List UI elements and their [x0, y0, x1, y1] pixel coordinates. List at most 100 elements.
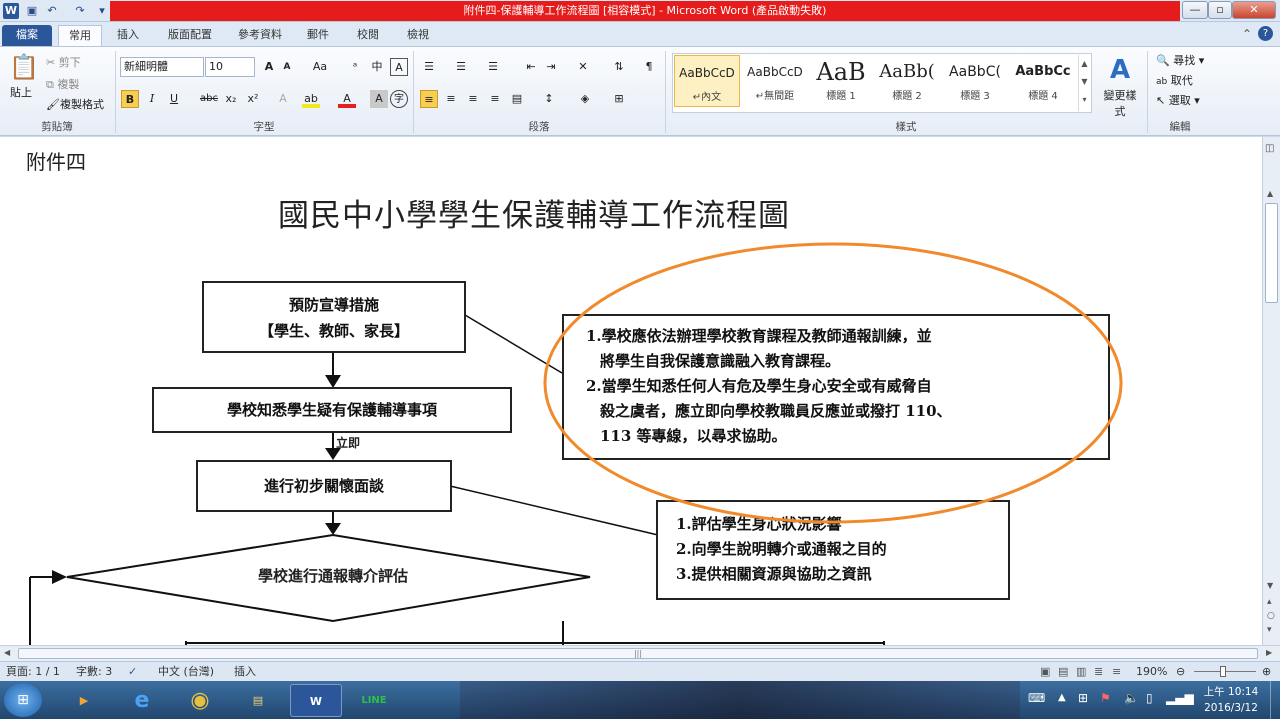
superscript-button[interactable]: x²	[244, 90, 262, 108]
tab-insert[interactable]: 插入	[110, 25, 146, 46]
view-outline-icon[interactable]: ≣	[1094, 662, 1103, 681]
media-player-icon[interactable]: ▶	[58, 684, 110, 717]
styles-scroll-icon[interactable]: ▲ ▼ ▾	[1078, 55, 1090, 111]
action-center-icon[interactable]: ⚑	[1100, 691, 1111, 705]
increase-indent-button[interactable]: ⇥	[542, 58, 560, 76]
font-family-select[interactable]: 新細明體	[120, 57, 204, 77]
phonetic-guide-icon[interactable]: ᵃ	[346, 58, 364, 76]
hscroll-thumb[interactable]: |||	[18, 648, 1258, 659]
show-marks-button[interactable]: ¶	[640, 58, 658, 76]
enclose-characters-button[interactable]: 字	[390, 90, 408, 108]
character-border-button[interactable]: A	[390, 58, 408, 76]
zoom-level[interactable]: 190%	[1136, 662, 1167, 681]
language[interactable]: 中文 (台灣)	[158, 662, 214, 681]
ruler-toggle-icon[interactable]: ◫	[1265, 143, 1274, 154]
minimize-button[interactable]: —	[1182, 1, 1208, 19]
help-icon[interactable]: ?	[1258, 26, 1273, 41]
sort-button[interactable]: ⇅	[610, 58, 628, 76]
zoom-out-icon[interactable]: ⊖	[1176, 662, 1185, 681]
select-button[interactable]: ↖ 選取 ▾	[1156, 91, 1200, 111]
style-normal[interactable]: AaBbCcD ↵內文	[674, 55, 740, 107]
horizontal-scrollbar[interactable]: ◀ ||| ▶	[0, 645, 1280, 661]
font-color-button[interactable]: A	[338, 90, 356, 108]
view-full-screen-icon[interactable]: ▤	[1058, 662, 1068, 681]
windows-flag-icon[interactable]: ⊞	[1078, 691, 1088, 705]
scroll-thumb[interactable]	[1265, 203, 1278, 303]
change-styles-button[interactable]: A 變更樣式	[1100, 53, 1140, 118]
internet-explorer-icon[interactable]: e	[116, 684, 168, 717]
keyboard-icon[interactable]: ⌨	[1028, 691, 1045, 705]
minimize-ribbon-icon[interactable]: ⌃	[1242, 27, 1252, 41]
text-effects-button[interactable]: A	[274, 90, 292, 108]
style-no-spacing[interactable]: AaBbCcD ↵無間距	[742, 55, 808, 107]
view-draft-icon[interactable]: ≡	[1112, 662, 1121, 681]
line-spacing-button[interactable]: ↕	[540, 90, 558, 108]
grow-font-button[interactable]: A	[260, 58, 278, 76]
find-button[interactable]: 🔍 尋找 ▾	[1156, 51, 1204, 71]
cut-button[interactable]: ✂ 剪下	[46, 53, 81, 73]
change-case-button[interactable]: Aa	[308, 58, 332, 76]
align-center-button[interactable]: ≡	[442, 90, 460, 108]
format-painter-button[interactable]: 🖌複製格式	[46, 95, 104, 115]
file-explorer-icon[interactable]: ▤	[232, 684, 284, 717]
justify-button[interactable]: ≡	[486, 90, 504, 108]
word-count[interactable]: 字數: 3	[76, 662, 112, 681]
italic-button[interactable]: I	[143, 90, 161, 108]
tab-page-layout[interactable]: 版面配置	[160, 25, 220, 46]
tab-file[interactable]: 檔案	[2, 25, 52, 46]
underline-button[interactable]: U	[165, 90, 183, 108]
view-print-layout-icon[interactable]: ▣	[1040, 662, 1050, 681]
strikethrough-button[interactable]: abc	[198, 90, 220, 108]
bold-button[interactable]: B	[121, 90, 139, 108]
zoom-slider-thumb[interactable]	[1220, 666, 1226, 677]
undo-icon[interactable]: ↶	[44, 3, 60, 19]
style-heading-2[interactable]: AaBb(標題 2	[874, 55, 940, 107]
decrease-indent-button[interactable]: ⇤	[522, 58, 540, 76]
show-hidden-icons[interactable]: ▲	[1058, 692, 1066, 703]
clock[interactable]: 上午 10:14 2016/3/12	[1196, 684, 1266, 716]
view-web-icon[interactable]: ▥	[1076, 662, 1086, 681]
line-icon[interactable]: LINE	[348, 684, 400, 717]
borders-button[interactable]: ⊞	[610, 90, 628, 108]
numbering-button[interactable]: ☰	[452, 58, 470, 76]
tab-mailings[interactable]: 郵件	[300, 25, 336, 46]
browse-object-icon[interactable]: ○	[1267, 611, 1275, 621]
tab-review[interactable]: 校閱	[350, 25, 386, 46]
highlight-color-button[interactable]: ab	[302, 90, 320, 108]
paste-button[interactable]: 貼上	[10, 83, 32, 103]
previous-page-icon[interactable]: ▴	[1267, 597, 1272, 607]
shrink-font-button[interactable]: A	[278, 58, 296, 76]
style-heading-1[interactable]: AaB 標題 1	[808, 55, 874, 107]
font-size-select[interactable]: 10	[205, 57, 255, 77]
vertical-scrollbar[interactable]: ◫ ▲ ▼ ▴ ○ ▾	[1262, 137, 1280, 645]
replace-button[interactable]: ab 取代	[1156, 71, 1193, 91]
clear-format-icon[interactable]: 中	[368, 58, 386, 76]
shading-button[interactable]: ◈	[576, 90, 594, 108]
character-shading-button[interactable]: A	[370, 90, 388, 108]
subscript-button[interactable]: x₂	[222, 90, 240, 108]
zoom-in-icon[interactable]: ⊕	[1262, 662, 1271, 681]
style-heading-3[interactable]: AaBbC(標題 3	[942, 55, 1008, 107]
insert-mode[interactable]: 插入	[234, 662, 256, 681]
page-count[interactable]: 頁面: 1 / 1	[6, 662, 60, 681]
chrome-icon[interactable]: ◉	[174, 684, 226, 717]
word-taskbar-icon[interactable]: W	[290, 684, 342, 717]
tab-view[interactable]: 檢視	[400, 25, 436, 46]
tab-home[interactable]: 常用	[58, 25, 102, 46]
volume-icon[interactable]: 🔈	[1124, 691, 1139, 705]
distributed-button[interactable]: ▤	[508, 90, 526, 108]
next-page-icon[interactable]: ▾	[1267, 625, 1272, 635]
network-signal-icon[interactable]: ▂▄▆	[1166, 691, 1194, 705]
redo-icon[interactable]: ↷	[72, 3, 88, 19]
align-right-button[interactable]: ≡	[464, 90, 482, 108]
customize-qat-icon[interactable]: ▾	[94, 3, 110, 19]
scroll-left-icon[interactable]: ◀	[4, 648, 10, 657]
asian-layout-button[interactable]: ✕	[574, 58, 592, 76]
proofing-icon[interactable]: ✓	[128, 662, 137, 681]
close-button[interactable]: ✕	[1232, 1, 1276, 19]
maximize-button[interactable]: ▫	[1208, 1, 1232, 19]
scroll-down-icon[interactable]: ▼	[1267, 581, 1273, 590]
word-app-icon[interactable]: W	[3, 3, 19, 19]
scroll-up-icon[interactable]: ▲	[1267, 189, 1273, 198]
power-icon[interactable]: ▯	[1146, 691, 1153, 705]
